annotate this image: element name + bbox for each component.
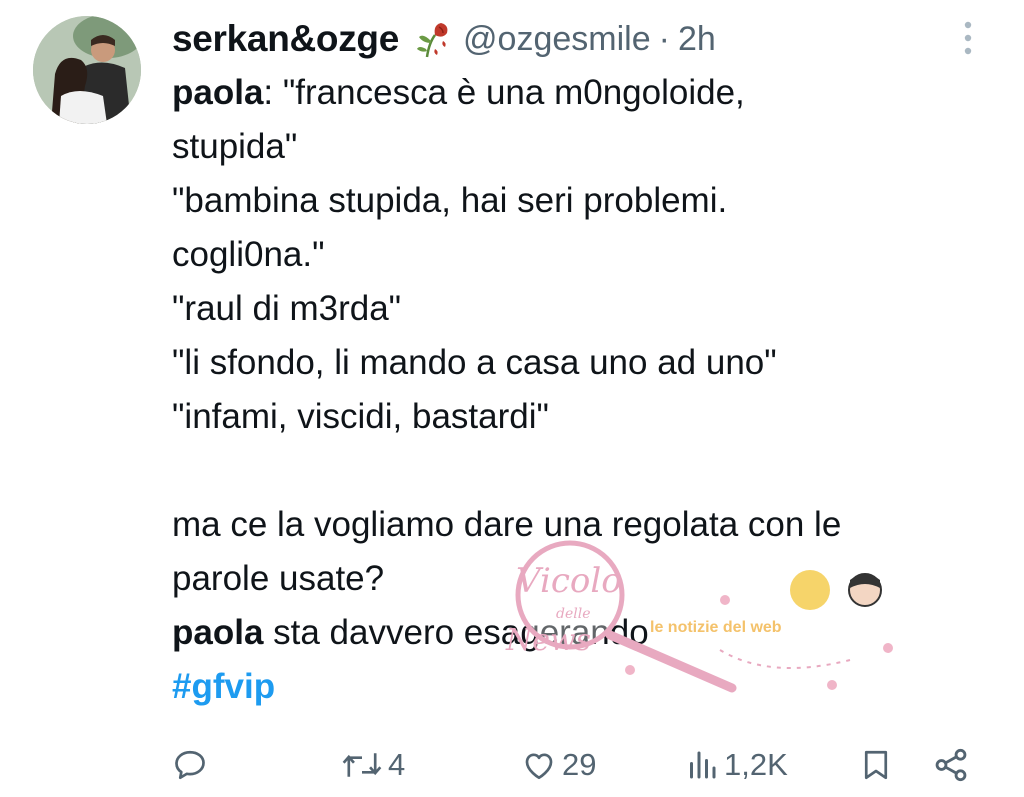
more-options-button[interactable] [958, 18, 978, 58]
reply-button[interactable] [172, 735, 208, 795]
retweet-count: 4 [388, 747, 406, 782]
user-handle[interactable]: @ozgesmile [463, 20, 651, 59]
views-button[interactable]: 1,2K [684, 735, 788, 795]
tweet-line-4: cogli0na." [172, 235, 325, 274]
reply-icon [175, 750, 205, 780]
retweet-icon [342, 753, 382, 777]
share-button[interactable] [932, 735, 970, 795]
avatar-photo [33, 16, 141, 124]
like-count: 29 [562, 747, 597, 782]
hashtag-line: #gfvip [172, 660, 992, 714]
avatar[interactable] [33, 16, 141, 124]
bookmark-button[interactable] [858, 735, 894, 795]
heart-icon [525, 753, 553, 780]
mention-name-2: paola [172, 613, 264, 652]
share-icon [935, 748, 967, 782]
tweet-timestamp[interactable]: 2h [678, 20, 716, 59]
tweet-line-3: "bambina stupida, hai seri problemi. [172, 181, 728, 220]
tweet-line-10: paola sta davvero esagerando [172, 606, 992, 660]
like-button[interactable]: 29 [520, 735, 596, 795]
tweet-line-7: "infami, viscidi, bastardi" [172, 397, 549, 436]
tweet-line-10-text: sta davvero esagerando [263, 613, 649, 652]
tweet-header: serkan&ozge @ozgesmile · 2h [172, 14, 716, 64]
tweet-line-1-text: : "francesca è una m0ngoloide, [263, 73, 745, 112]
tweet-line-6: "li sfondo, li mando a casa uno ad uno" [172, 343, 777, 382]
tweet-line-9: parole usate? [172, 559, 385, 598]
more-vertical-icon [964, 21, 972, 55]
tweet-text: paola: "francesca è una m0ngoloide, stup… [172, 66, 992, 714]
tweet-line-5: "raul di m3rda" [172, 289, 402, 328]
hashtag-link[interactable]: #gfvip [172, 667, 275, 706]
views-count: 1,2K [724, 747, 788, 782]
display-name[interactable]: serkan&ozge [172, 18, 399, 60]
mention-name: paola [172, 73, 264, 112]
retweet-button[interactable]: 4 [340, 735, 405, 795]
separator-dot: · [658, 19, 670, 58]
views-icon [690, 751, 716, 779]
tweet-line-2: stupida" [172, 127, 298, 166]
tweet-action-bar: 4 29 1,2K [0, 735, 1024, 795]
tweet-line-1: paola: "francesca è una m0ngoloide, [172, 66, 992, 120]
bookmark-icon [864, 750, 888, 780]
tweet-line-8: ma ce la vogliamo dare una regolata con … [172, 505, 842, 544]
wilted-rose-icon [417, 23, 448, 58]
